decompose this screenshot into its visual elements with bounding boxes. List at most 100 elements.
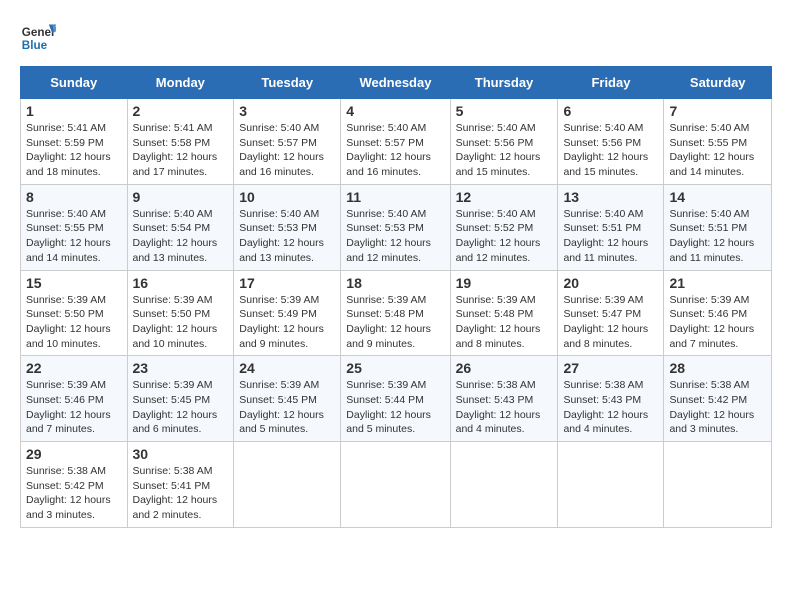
calendar-cell: 19 Sunrise: 5:39 AM Sunset: 5:48 PM Dayl… (450, 270, 558, 356)
day-number: 22 (26, 360, 122, 376)
calendar-cell: 29 Sunrise: 5:38 AM Sunset: 5:42 PM Dayl… (21, 442, 128, 528)
calendar-cell: 18 Sunrise: 5:39 AM Sunset: 5:48 PM Dayl… (341, 270, 450, 356)
day-number: 3 (239, 103, 335, 119)
day-info: Sunrise: 5:39 AM Sunset: 5:44 PM Dayligh… (346, 378, 444, 437)
day-info: Sunrise: 5:41 AM Sunset: 5:58 PM Dayligh… (133, 121, 229, 180)
day-number: 23 (133, 360, 229, 376)
calendar-cell (234, 442, 341, 528)
day-info: Sunrise: 5:40 AM Sunset: 5:53 PM Dayligh… (239, 207, 335, 266)
day-info: Sunrise: 5:40 AM Sunset: 5:57 PM Dayligh… (239, 121, 335, 180)
logo: General Blue (20, 20, 56, 56)
day-info: Sunrise: 5:39 AM Sunset: 5:48 PM Dayligh… (456, 293, 553, 352)
day-number: 26 (456, 360, 553, 376)
calendar-cell: 7 Sunrise: 5:40 AM Sunset: 5:55 PM Dayli… (664, 99, 772, 185)
calendar-cell: 26 Sunrise: 5:38 AM Sunset: 5:43 PM Dayl… (450, 356, 558, 442)
calendar-cell (341, 442, 450, 528)
header: General Blue (20, 20, 772, 56)
calendar-cell: 21 Sunrise: 5:39 AM Sunset: 5:46 PM Dayl… (664, 270, 772, 356)
day-number: 24 (239, 360, 335, 376)
day-number: 17 (239, 275, 335, 291)
calendar-cell: 20 Sunrise: 5:39 AM Sunset: 5:47 PM Dayl… (558, 270, 664, 356)
calendar-cell: 2 Sunrise: 5:41 AM Sunset: 5:58 PM Dayli… (127, 99, 234, 185)
calendar-table: SundayMondayTuesdayWednesdayThursdayFrid… (20, 66, 772, 528)
week-row-2: 15 Sunrise: 5:39 AM Sunset: 5:50 PM Dayl… (21, 270, 772, 356)
day-info: Sunrise: 5:38 AM Sunset: 5:43 PM Dayligh… (456, 378, 553, 437)
day-info: Sunrise: 5:39 AM Sunset: 5:48 PM Dayligh… (346, 293, 444, 352)
day-info: Sunrise: 5:39 AM Sunset: 5:46 PM Dayligh… (26, 378, 122, 437)
calendar-cell: 22 Sunrise: 5:39 AM Sunset: 5:46 PM Dayl… (21, 356, 128, 442)
logo-icon: General Blue (20, 20, 56, 56)
calendar-cell: 10 Sunrise: 5:40 AM Sunset: 5:53 PM Dayl… (234, 184, 341, 270)
calendar-cell: 14 Sunrise: 5:40 AM Sunset: 5:51 PM Dayl… (664, 184, 772, 270)
calendar-cell: 12 Sunrise: 5:40 AM Sunset: 5:52 PM Dayl… (450, 184, 558, 270)
calendar-cell: 5 Sunrise: 5:40 AM Sunset: 5:56 PM Dayli… (450, 99, 558, 185)
calendar-cell: 9 Sunrise: 5:40 AM Sunset: 5:54 PM Dayli… (127, 184, 234, 270)
day-info: Sunrise: 5:39 AM Sunset: 5:50 PM Dayligh… (26, 293, 122, 352)
day-number: 11 (346, 189, 444, 205)
calendar-cell: 15 Sunrise: 5:39 AM Sunset: 5:50 PM Dayl… (21, 270, 128, 356)
day-number: 18 (346, 275, 444, 291)
calendar-cell: 30 Sunrise: 5:38 AM Sunset: 5:41 PM Dayl… (127, 442, 234, 528)
calendar-cell (558, 442, 664, 528)
day-number: 9 (133, 189, 229, 205)
day-info: Sunrise: 5:40 AM Sunset: 5:57 PM Dayligh… (346, 121, 444, 180)
day-info: Sunrise: 5:40 AM Sunset: 5:51 PM Dayligh… (669, 207, 766, 266)
day-number: 5 (456, 103, 553, 119)
day-info: Sunrise: 5:40 AM Sunset: 5:56 PM Dayligh… (456, 121, 553, 180)
header-sunday: Sunday (21, 67, 128, 99)
day-number: 25 (346, 360, 444, 376)
calendar-cell (664, 442, 772, 528)
day-info: Sunrise: 5:39 AM Sunset: 5:49 PM Dayligh… (239, 293, 335, 352)
calendar-cell: 6 Sunrise: 5:40 AM Sunset: 5:56 PM Dayli… (558, 99, 664, 185)
calendar-cell: 17 Sunrise: 5:39 AM Sunset: 5:49 PM Dayl… (234, 270, 341, 356)
header-wednesday: Wednesday (341, 67, 450, 99)
day-number: 16 (133, 275, 229, 291)
calendar-header-row: SundayMondayTuesdayWednesdayThursdayFrid… (21, 67, 772, 99)
day-info: Sunrise: 5:41 AM Sunset: 5:59 PM Dayligh… (26, 121, 122, 180)
calendar-cell: 1 Sunrise: 5:41 AM Sunset: 5:59 PM Dayli… (21, 99, 128, 185)
day-number: 27 (563, 360, 658, 376)
week-row-3: 22 Sunrise: 5:39 AM Sunset: 5:46 PM Dayl… (21, 356, 772, 442)
calendar-cell: 16 Sunrise: 5:39 AM Sunset: 5:50 PM Dayl… (127, 270, 234, 356)
day-number: 13 (563, 189, 658, 205)
calendar-cell (450, 442, 558, 528)
day-number: 2 (133, 103, 229, 119)
calendar-cell: 27 Sunrise: 5:38 AM Sunset: 5:43 PM Dayl… (558, 356, 664, 442)
day-number: 28 (669, 360, 766, 376)
day-info: Sunrise: 5:40 AM Sunset: 5:52 PM Dayligh… (456, 207, 553, 266)
svg-text:Blue: Blue (22, 39, 48, 52)
day-number: 30 (133, 446, 229, 462)
week-row-4: 29 Sunrise: 5:38 AM Sunset: 5:42 PM Dayl… (21, 442, 772, 528)
calendar-cell: 4 Sunrise: 5:40 AM Sunset: 5:57 PM Dayli… (341, 99, 450, 185)
day-info: Sunrise: 5:40 AM Sunset: 5:51 PM Dayligh… (563, 207, 658, 266)
day-info: Sunrise: 5:40 AM Sunset: 5:53 PM Dayligh… (346, 207, 444, 266)
day-number: 8 (26, 189, 122, 205)
day-number: 12 (456, 189, 553, 205)
day-number: 20 (563, 275, 658, 291)
calendar-cell: 23 Sunrise: 5:39 AM Sunset: 5:45 PM Dayl… (127, 356, 234, 442)
calendar-cell: 3 Sunrise: 5:40 AM Sunset: 5:57 PM Dayli… (234, 99, 341, 185)
header-saturday: Saturday (664, 67, 772, 99)
day-info: Sunrise: 5:40 AM Sunset: 5:56 PM Dayligh… (563, 121, 658, 180)
calendar-cell: 8 Sunrise: 5:40 AM Sunset: 5:55 PM Dayli… (21, 184, 128, 270)
day-info: Sunrise: 5:39 AM Sunset: 5:46 PM Dayligh… (669, 293, 766, 352)
header-friday: Friday (558, 67, 664, 99)
day-number: 15 (26, 275, 122, 291)
day-info: Sunrise: 5:38 AM Sunset: 5:41 PM Dayligh… (133, 464, 229, 523)
day-info: Sunrise: 5:39 AM Sunset: 5:45 PM Dayligh… (133, 378, 229, 437)
header-thursday: Thursday (450, 67, 558, 99)
day-info: Sunrise: 5:40 AM Sunset: 5:54 PM Dayligh… (133, 207, 229, 266)
day-number: 29 (26, 446, 122, 462)
calendar-cell: 28 Sunrise: 5:38 AM Sunset: 5:42 PM Dayl… (664, 356, 772, 442)
day-info: Sunrise: 5:38 AM Sunset: 5:42 PM Dayligh… (26, 464, 122, 523)
calendar-cell: 25 Sunrise: 5:39 AM Sunset: 5:44 PM Dayl… (341, 356, 450, 442)
day-info: Sunrise: 5:40 AM Sunset: 5:55 PM Dayligh… (669, 121, 766, 180)
day-number: 1 (26, 103, 122, 119)
day-info: Sunrise: 5:39 AM Sunset: 5:45 PM Dayligh… (239, 378, 335, 437)
day-info: Sunrise: 5:40 AM Sunset: 5:55 PM Dayligh… (26, 207, 122, 266)
header-tuesday: Tuesday (234, 67, 341, 99)
calendar-cell: 24 Sunrise: 5:39 AM Sunset: 5:45 PM Dayl… (234, 356, 341, 442)
day-info: Sunrise: 5:39 AM Sunset: 5:47 PM Dayligh… (563, 293, 658, 352)
day-number: 6 (563, 103, 658, 119)
day-number: 7 (669, 103, 766, 119)
